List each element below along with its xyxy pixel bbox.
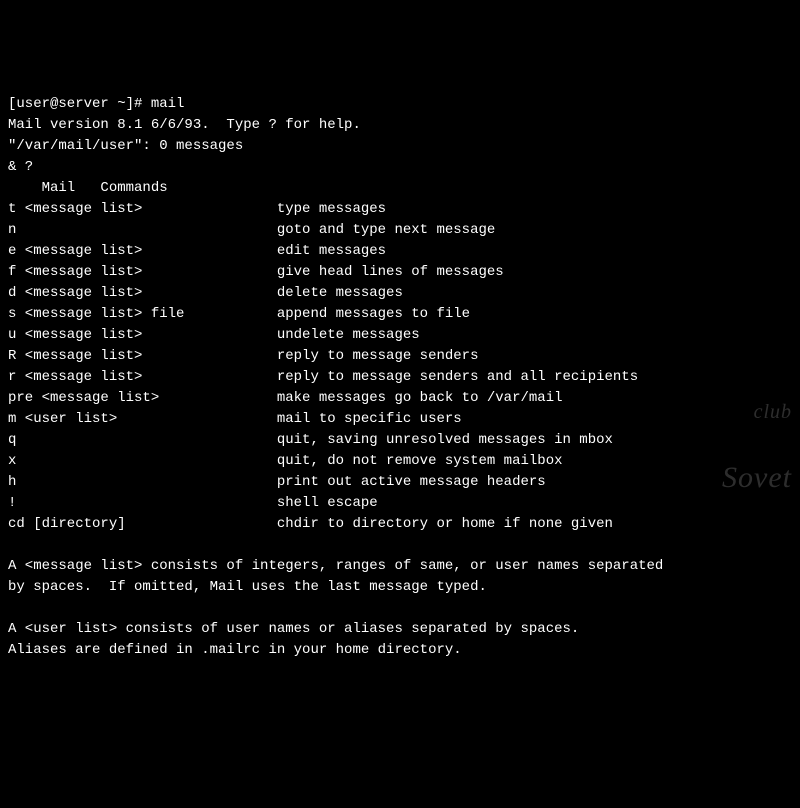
terminal-line: A <message list> consists of integers, r… [8,556,792,577]
terminal-line: ! shell escape [8,493,792,514]
terminal-line [8,598,792,619]
terminal-line: pre <message list> make messages go back… [8,388,792,409]
terminal-line: by spaces. If omitted, Mail uses the las… [8,577,792,598]
terminal-line: x quit, do not remove system mailbox [8,451,792,472]
terminal-line: t <message list> type messages [8,199,792,220]
terminal-line: f <message list> give head lines of mess… [8,262,792,283]
terminal-line: & ? [8,157,792,178]
terminal-line: d <message list> delete messages [8,283,792,304]
terminal-line: A <user list> consists of user names or … [8,619,792,640]
terminal-line: n goto and type next message [8,220,792,241]
terminal-line: e <message list> edit messages [8,241,792,262]
terminal-line: Mail version 8.1 6/6/93. Type ? for help… [8,115,792,136]
terminal-line: "/var/mail/user": 0 messages [8,136,792,157]
terminal-line: Mail Commands [8,178,792,199]
terminal-line: u <message list> undelete messages [8,325,792,346]
terminal-line: R <message list> reply to message sender… [8,346,792,367]
terminal-line: s <message list> file append messages to… [8,304,792,325]
terminal-line: h print out active message headers [8,472,792,493]
terminal-line: cd [directory] chdir to directory or hom… [8,514,792,535]
terminal-line: m <user list> mail to specific users [8,409,792,430]
terminal-line [8,535,792,556]
terminal-output: [user@server ~]# mailMail version 8.1 6/… [8,94,792,661]
terminal-line: Aliases are defined in .mailrc in your h… [8,640,792,661]
terminal-line: r <message list> reply to message sender… [8,367,792,388]
terminal-line: [user@server ~]# mail [8,94,792,115]
terminal-line: q quit, saving unresolved messages in mb… [8,430,792,451]
